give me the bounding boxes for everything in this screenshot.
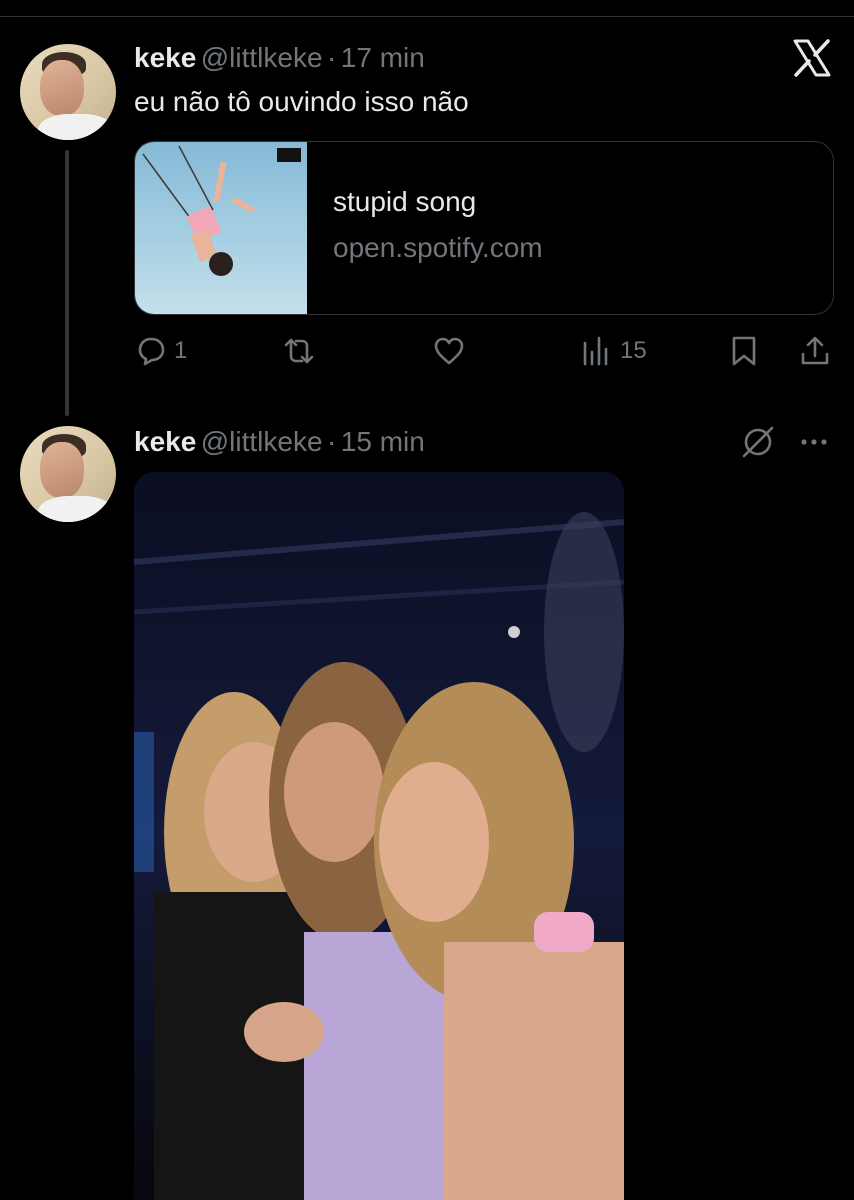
bookmark-button[interactable]	[727, 334, 761, 368]
tweet-text: eu não tô ouvindo isso não	[134, 86, 469, 117]
top-divider	[0, 16, 854, 17]
user-handle[interactable]: @littlkeke	[201, 42, 323, 73]
display-name[interactable]: keke	[134, 426, 196, 457]
timestamp[interactable]: 15 min	[341, 426, 425, 457]
tweet-media-photo[interactable]	[134, 472, 624, 1200]
reply-button[interactable]: 1	[134, 334, 187, 368]
avatar[interactable]	[20, 426, 116, 522]
views-button[interactable]: 15	[580, 334, 647, 368]
grok-icon[interactable]	[740, 424, 776, 460]
heart-icon	[434, 337, 464, 365]
like-button[interactable]	[432, 334, 472, 368]
x-logo-icon[interactable]	[792, 38, 832, 78]
separator-dot: ·	[327, 426, 337, 457]
tweet-header: keke @littlkeke · 17 min	[134, 42, 425, 74]
separator-dot: ·	[327, 42, 337, 73]
user-handle[interactable]: @littlkeke	[201, 426, 323, 457]
reply-count: 1	[174, 337, 188, 364]
avatar[interactable]	[20, 44, 116, 140]
card-domain: open.spotify.com	[333, 232, 543, 263]
tweet-header: keke @littlkeke · 15 min	[134, 426, 425, 458]
thread-connector	[65, 150, 69, 416]
card-title: stupid song	[333, 186, 477, 217]
share-button[interactable]	[798, 334, 832, 368]
link-card[interactable]: stupid song open.spotify.com	[134, 141, 834, 315]
bookmark-icon	[732, 336, 756, 366]
share-icon	[801, 336, 829, 365]
views-count: 15	[620, 337, 647, 364]
display-name[interactable]: keke	[134, 42, 196, 73]
more-icon[interactable]	[796, 430, 832, 454]
retweet-button[interactable]	[282, 334, 322, 368]
album-cover-image	[135, 142, 307, 314]
retweet-icon	[284, 338, 314, 364]
views-chart-icon	[583, 336, 608, 366]
timestamp[interactable]: 17 min	[341, 42, 425, 73]
reply-icon	[138, 337, 165, 366]
